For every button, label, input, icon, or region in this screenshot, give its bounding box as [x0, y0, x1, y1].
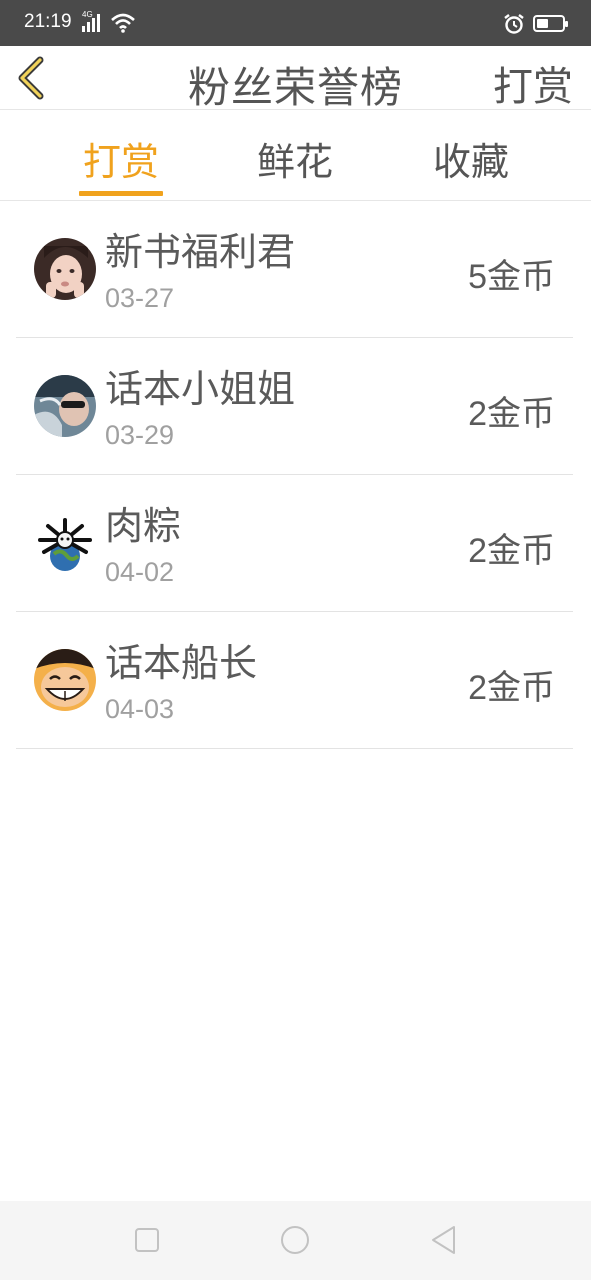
- coin-count: 5: [468, 258, 487, 296]
- reward-date: 03-27: [105, 283, 175, 313]
- status-bar: 21:19 4G: [0, 0, 591, 46]
- reward-date: 04-03: [105, 694, 175, 724]
- fan-name: 新书福利君: [105, 230, 296, 274]
- fan-name: 话本船长: [105, 641, 258, 685]
- battery-icon: [533, 15, 568, 32]
- reward-date: 04-02: [105, 557, 175, 587]
- coin-count: 2: [468, 532, 487, 570]
- alarm-icon: [504, 14, 524, 34]
- list-item[interactable]: 新书福利君 03-27 5金币: [0, 201, 591, 338]
- list-item[interactable]: 肉粽 04-02 2金币: [0, 475, 591, 612]
- reward-amount: 2金币: [468, 523, 555, 572]
- header: 粉丝荣誉榜 打赏: [0, 46, 591, 112]
- coin-count: 2: [468, 669, 487, 707]
- avatar: [34, 649, 96, 711]
- list-item[interactable]: 话本船长 04-03 2金币: [0, 612, 591, 749]
- avatar: [34, 512, 96, 574]
- active-tab-indicator: [79, 191, 163, 196]
- coin-unit: 金币: [487, 668, 555, 708]
- signal-icon: 4G: [80, 10, 106, 36]
- status-time: 21:19: [24, 11, 72, 32]
- reward-date: 03-29: [105, 420, 175, 450]
- battery-level: [537, 19, 548, 28]
- tab-reward[interactable]: 打赏: [56, 131, 186, 197]
- recent-apps-icon[interactable]: [130, 1223, 164, 1257]
- coin-unit: 金币: [487, 257, 555, 297]
- coin-count: 2: [468, 395, 487, 433]
- back-icon[interactable]: [427, 1223, 461, 1257]
- wifi-icon: [111, 13, 135, 33]
- fan-ranking-list: 新书福利君 03-27 5金币 话本小姐姐 03-29 2金币 肉粽 04-02…: [0, 201, 591, 749]
- fan-name: 话本小姐姐: [105, 367, 296, 411]
- reward-amount: 2金币: [468, 660, 555, 709]
- avatar: [34, 375, 96, 437]
- avatar: [34, 238, 96, 300]
- reward-amount: 5金币: [468, 249, 555, 298]
- network-type: 4G: [82, 10, 93, 19]
- reward-action-button[interactable]: 打赏: [493, 54, 573, 112]
- fan-name: 肉粽: [105, 504, 182, 548]
- reward-amount: 2金币: [468, 386, 555, 435]
- home-icon[interactable]: [278, 1223, 312, 1257]
- tab-bar: 打赏 鲜花 收藏: [0, 111, 591, 201]
- tab-favorites[interactable]: 收藏: [406, 131, 536, 197]
- system-nav-bar: [0, 1201, 591, 1280]
- list-item[interactable]: 话本小姐姐 03-29 2金币: [0, 338, 591, 475]
- coin-unit: 金币: [487, 531, 555, 571]
- coin-unit: 金币: [487, 394, 555, 434]
- tab-flowers[interactable]: 鲜花: [230, 131, 360, 197]
